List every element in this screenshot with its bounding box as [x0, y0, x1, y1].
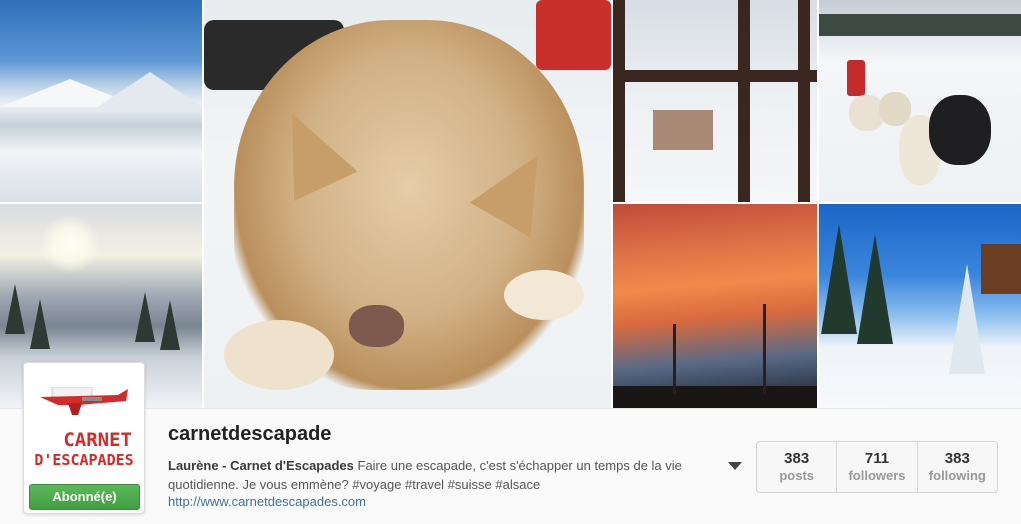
plane-logo-icon	[40, 387, 128, 415]
stat-label: posts	[779, 468, 814, 483]
chevron-down-icon[interactable]	[728, 462, 742, 470]
dog-nose	[349, 305, 404, 347]
window-frame	[798, 0, 810, 202]
avatar-card: CARNET D'ESCAPADES Abonné(e)	[23, 362, 145, 514]
window-frame	[738, 0, 750, 202]
fir-tree	[821, 224, 857, 334]
stat-followers[interactable]: 711 followers	[837, 442, 918, 492]
forest-line	[819, 14, 1021, 36]
tree-shape	[5, 284, 25, 334]
follow-button[interactable]: Abonné(e)	[29, 484, 140, 510]
chalet-roof	[981, 244, 1021, 294]
window-frame	[613, 70, 817, 82]
photo-mosaic	[0, 0, 1021, 408]
tree-shape	[30, 299, 50, 349]
stat-following[interactable]: 383 following	[918, 442, 997, 492]
profile-bio: Laurène - Carnet d'Escapades Faire une e…	[168, 456, 728, 494]
photo-tile-red-sky[interactable]	[613, 204, 817, 408]
photo-tile-sled-dogs[interactable]	[819, 0, 1021, 202]
red-sled-shape	[847, 60, 865, 96]
sun-glow	[40, 214, 100, 274]
stat-value: 383	[784, 450, 810, 467]
tree-silhouette	[673, 324, 676, 394]
window-frame	[613, 0, 625, 202]
profile-username: carnetdescapade	[168, 423, 332, 445]
logo-text: D'ESCAPADES	[34, 451, 134, 469]
stat-value: 711	[864, 450, 890, 467]
stat-label: following	[928, 468, 986, 483]
website-link[interactable]: http://www.carnetdescapades.com	[168, 494, 366, 509]
dog-paw	[224, 320, 334, 390]
red-sled-shape	[536, 0, 611, 70]
bio-name: Laurène - Carnet d'Escapades	[168, 458, 354, 473]
photo-tile-mountains[interactable]	[0, 0, 202, 202]
tree-shape	[135, 292, 155, 342]
photo-tile-fir-trees[interactable]	[819, 204, 1021, 408]
stats-box: 383 posts 711 followers 383 following	[756, 441, 998, 493]
fir-tree	[857, 234, 893, 344]
photo-tile-sleeping-dog[interactable]	[204, 0, 611, 408]
stat-posts[interactable]: 383 posts	[757, 442, 838, 492]
avatar[interactable]: CARNET D'ESCAPADES	[30, 369, 138, 477]
stat-value: 383	[944, 450, 970, 467]
stat-label: followers	[848, 468, 906, 483]
ground-silhouette	[613, 386, 817, 408]
tree-silhouette	[763, 304, 766, 394]
dog-paw	[504, 270, 584, 320]
photo-tile-window-view[interactable]	[613, 0, 817, 202]
black-dog-shape	[929, 95, 991, 165]
logo-text: CARNET	[63, 429, 132, 451]
chalet-shape	[653, 110, 713, 150]
snowy-tree	[949, 264, 985, 374]
tree-shape	[160, 300, 180, 350]
mountain-peak	[90, 72, 202, 112]
